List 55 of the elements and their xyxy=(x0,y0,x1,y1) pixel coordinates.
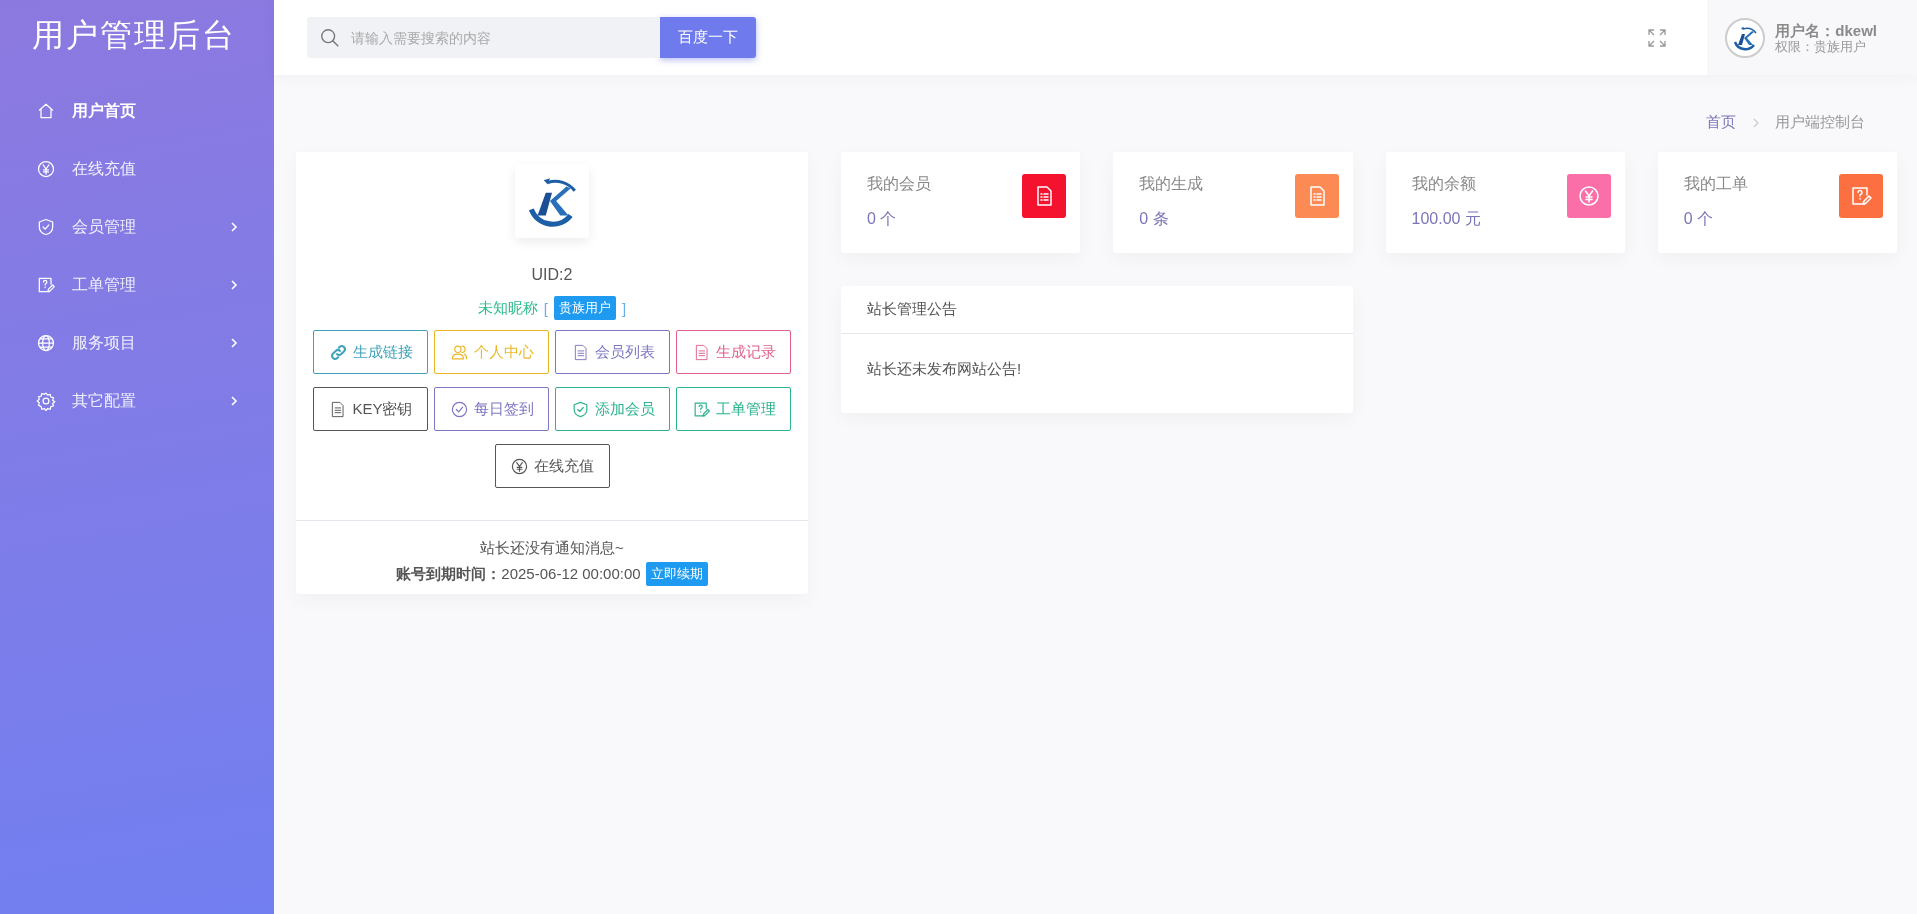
stat-title: 我的会员 xyxy=(867,174,931,194)
yen-icon xyxy=(36,159,56,179)
notice-text: 站长还没有通知消息~ xyxy=(480,539,624,558)
gear-icon xyxy=(36,391,56,411)
action-button[interactable]: 每日签到 xyxy=(434,387,549,431)
action-button[interactable]: 生成链接 xyxy=(313,330,428,374)
stat-value: 0 个 xyxy=(1683,209,1715,229)
stat-title: 我的余额 xyxy=(1411,174,1477,194)
chevron-icon xyxy=(1752,117,1759,128)
search-icon xyxy=(319,27,341,49)
question-pencil-icon xyxy=(1849,184,1873,208)
globe-icon xyxy=(36,333,56,353)
question-pencil-icon xyxy=(36,275,56,295)
yen-icon xyxy=(1576,184,1601,208)
role-badge: 贵族用户 xyxy=(554,296,616,320)
bracket: [ xyxy=(543,299,548,317)
renew-button[interactable]: 立即续期 xyxy=(645,562,708,586)
user-id: UID:2 xyxy=(531,266,573,284)
nickname: 未知昵称 xyxy=(477,298,538,318)
user-name: 用户名：dkewl xyxy=(1775,21,1877,39)
stat-value: 100.00 元 xyxy=(1411,209,1481,229)
action-button[interactable]: 个人中心 xyxy=(434,330,549,374)
stat-title: 我的工单 xyxy=(1683,174,1748,194)
action-button[interactable]: 在线充值 xyxy=(494,444,610,488)
sidebar-item[interactable]: 服务项目 xyxy=(0,314,274,372)
breadcrumb-item: 用户端控制台 xyxy=(1775,113,1865,132)
fullscreen-icon[interactable] xyxy=(1647,27,1668,48)
action-button[interactable]: 工单管理 xyxy=(676,387,791,431)
home-icon xyxy=(36,101,56,121)
announcement-title: 站长管理公告 xyxy=(841,286,1353,334)
bracket: ] xyxy=(622,299,627,317)
sidebar-item[interactable]: 工单管理 xyxy=(0,256,274,314)
search-button[interactable]: 百度一下 xyxy=(660,17,756,58)
breadcrumb-item[interactable]: 首页 xyxy=(1706,113,1736,132)
sidebar-item[interactable]: 其它配置 xyxy=(0,372,274,430)
action-button[interactable]: 生成记录 xyxy=(676,330,791,374)
shield-icon xyxy=(36,217,56,237)
link-icon xyxy=(328,342,348,362)
user-role: 权限：贵族用户 xyxy=(1775,38,1868,54)
action-button[interactable]: 会员列表 xyxy=(555,330,670,374)
search-field[interactable]: 请输入需要搜索的内容 xyxy=(307,17,660,58)
expiry-text: 账号到期时间：2025-06-12 00:00:00 xyxy=(396,564,641,584)
action-button[interactable]: 添加会员 xyxy=(555,387,670,431)
announcement-text: 站长还未发布网站公告! xyxy=(866,359,1023,379)
stat-value: 0 条 xyxy=(1139,209,1170,229)
sidebar-item[interactable]: 会员管理 xyxy=(0,198,274,256)
action-button[interactable]: KEY密钥 xyxy=(313,387,428,431)
check-circle-icon xyxy=(449,399,469,419)
stat-value: 0 个 xyxy=(867,209,898,229)
app-title: 用户管理后台 xyxy=(31,16,236,55)
yen-icon xyxy=(510,456,529,476)
user-panel[interactable]: 用户名：dkewl 权限：贵族用户 xyxy=(1707,0,1917,75)
sidebar-item[interactable]: 用户首页 xyxy=(0,82,274,140)
stat-title: 我的生成 xyxy=(1139,174,1204,194)
sidebar-item[interactable]: 在线充值 xyxy=(0,140,274,198)
